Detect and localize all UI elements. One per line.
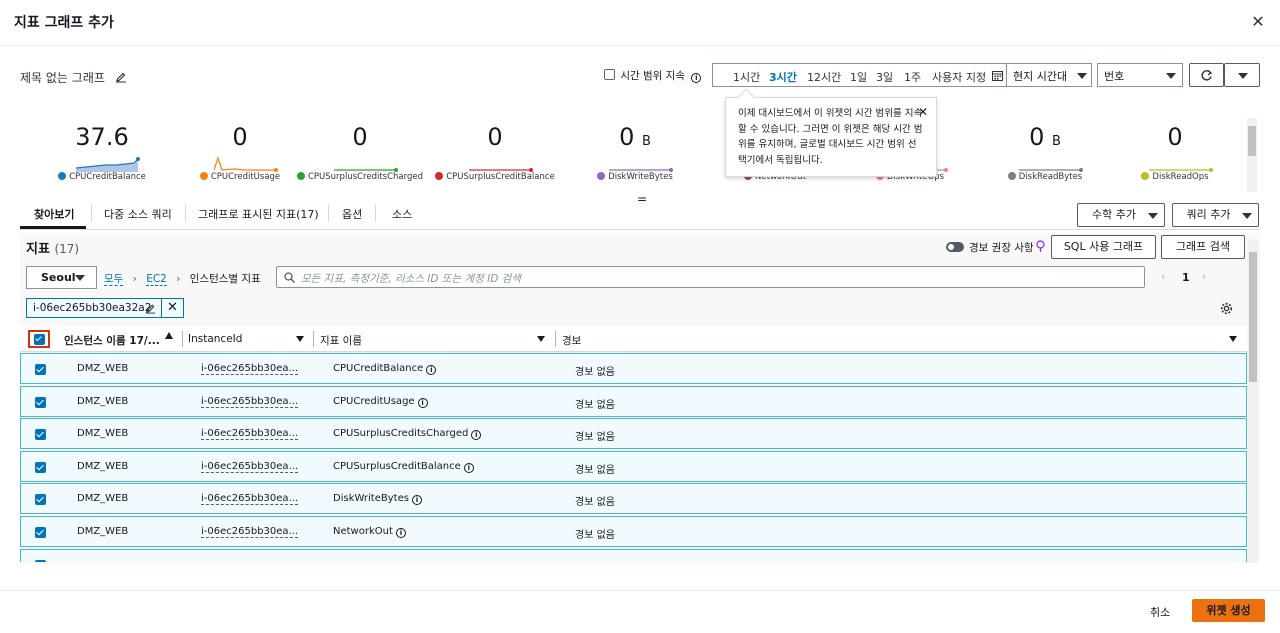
scrollbar-thumb[interactable]: [1249, 252, 1257, 382]
cell-alarms: 경보 없음: [575, 367, 615, 378]
modal-footer: [0, 590, 1280, 633]
cell-metric-name: CPUCreditBalance i: [333, 363, 437, 375]
table-scrollbar[interactable]: [1248, 240, 1258, 562]
cell-instance-name: DMZ_WEB: [77, 363, 129, 374]
info-icon[interactable]: i: [411, 495, 422, 506]
cell-instance-id[interactable]: i-06ec265bb30ea...: [201, 526, 299, 538]
info-icon[interactable]: i: [417, 397, 428, 408]
cell-instance-id[interactable]: i-06ec265bb30ea...: [201, 396, 299, 408]
row-checkbox[interactable]: [35, 461, 46, 473]
info-icon[interactable]: i: [395, 528, 406, 538]
info-icon[interactable]: i: [463, 462, 474, 473]
cell-metric-name: CPUSurplusCreditBalance i: [333, 461, 474, 473]
row-checkbox[interactable]: [35, 364, 46, 375]
info-icon[interactable]: i: [471, 430, 482, 441]
cell-instance-name: DMZ_WEB: [77, 428, 129, 440]
cell-alarms: 경보 없음: [575, 559, 615, 562]
cell-metric-name: DiskWriteBytes i: [333, 493, 422, 506]
info-icon[interactable]: i: [426, 365, 437, 375]
table-row[interactable]: 경보 없음: [20, 548, 1247, 562]
create-widget-button[interactable]: 위젯 생성: [1192, 599, 1265, 622]
row-checkbox[interactable]: [35, 396, 46, 408]
row-checkbox[interactable]: [35, 527, 46, 538]
cell-metric-name: CPUCreditUsage i: [333, 396, 428, 408]
table-row[interactable]: DMZ_WEB i-06ec265bb30ea... CPUSurplusCredi…: [20, 418, 1247, 450]
cell-metric-name: CPUSurplusCreditsCharged i: [333, 428, 482, 441]
cell-instance-id[interactable]: i-06ec265bb30ea...: [201, 461, 299, 473]
cancel-button[interactable]: 취소: [1150, 604, 1170, 620]
row-checkbox[interactable]: [35, 559, 46, 562]
cell-instance-id[interactable]: i-06ec265bb30ea...: [201, 363, 299, 375]
table-row[interactable]: DMZ_WEB i-06ec265bb30ea... CPUSurplusCredi…: [20, 450, 1247, 482]
cell-metric-name: NetworkOut i: [333, 526, 406, 538]
cell-alarms: 경보 없음: [575, 530, 615, 541]
cell-instance-id[interactable]: i-06ec265bb30ea...: [201, 428, 299, 441]
table-row[interactable]: DMZ_WEB i-06ec265bb30ea... DiskWriteBytes i…: [20, 483, 1247, 515]
cell-instance-id[interactable]: i-06ec265bb30ea...: [201, 493, 299, 506]
cell-alarms: 경보 없음: [575, 464, 615, 476]
table-row[interactable]: DMZ_WEB i-06ec265bb30ea... CPUCreditUsage i…: [20, 385, 1247, 417]
cell-alarms: 경보 없음: [575, 399, 615, 411]
row-checkbox[interactable]: [35, 429, 46, 441]
cell-alarms: 경보 없음: [575, 432, 615, 444]
cell-instance-name: DMZ_WEB: [77, 526, 129, 537]
cell-instance-name: DMZ_WEB: [77, 395, 129, 407]
cell-instance-name: DMZ_WEB: [77, 493, 129, 505]
cell-instance-name: DMZ_WEB: [77, 460, 129, 472]
row-checkbox[interactable]: [35, 494, 46, 506]
cell-alarms: 경보 없음: [575, 497, 615, 509]
table-row[interactable]: DMZ_WEB i-06ec265bb30ea... CPUCreditBalanc…: [20, 353, 1247, 384]
table-row[interactable]: DMZ_WEB i-06ec265bb30ea... NetworkOut i 경보 없…: [20, 516, 1247, 547]
